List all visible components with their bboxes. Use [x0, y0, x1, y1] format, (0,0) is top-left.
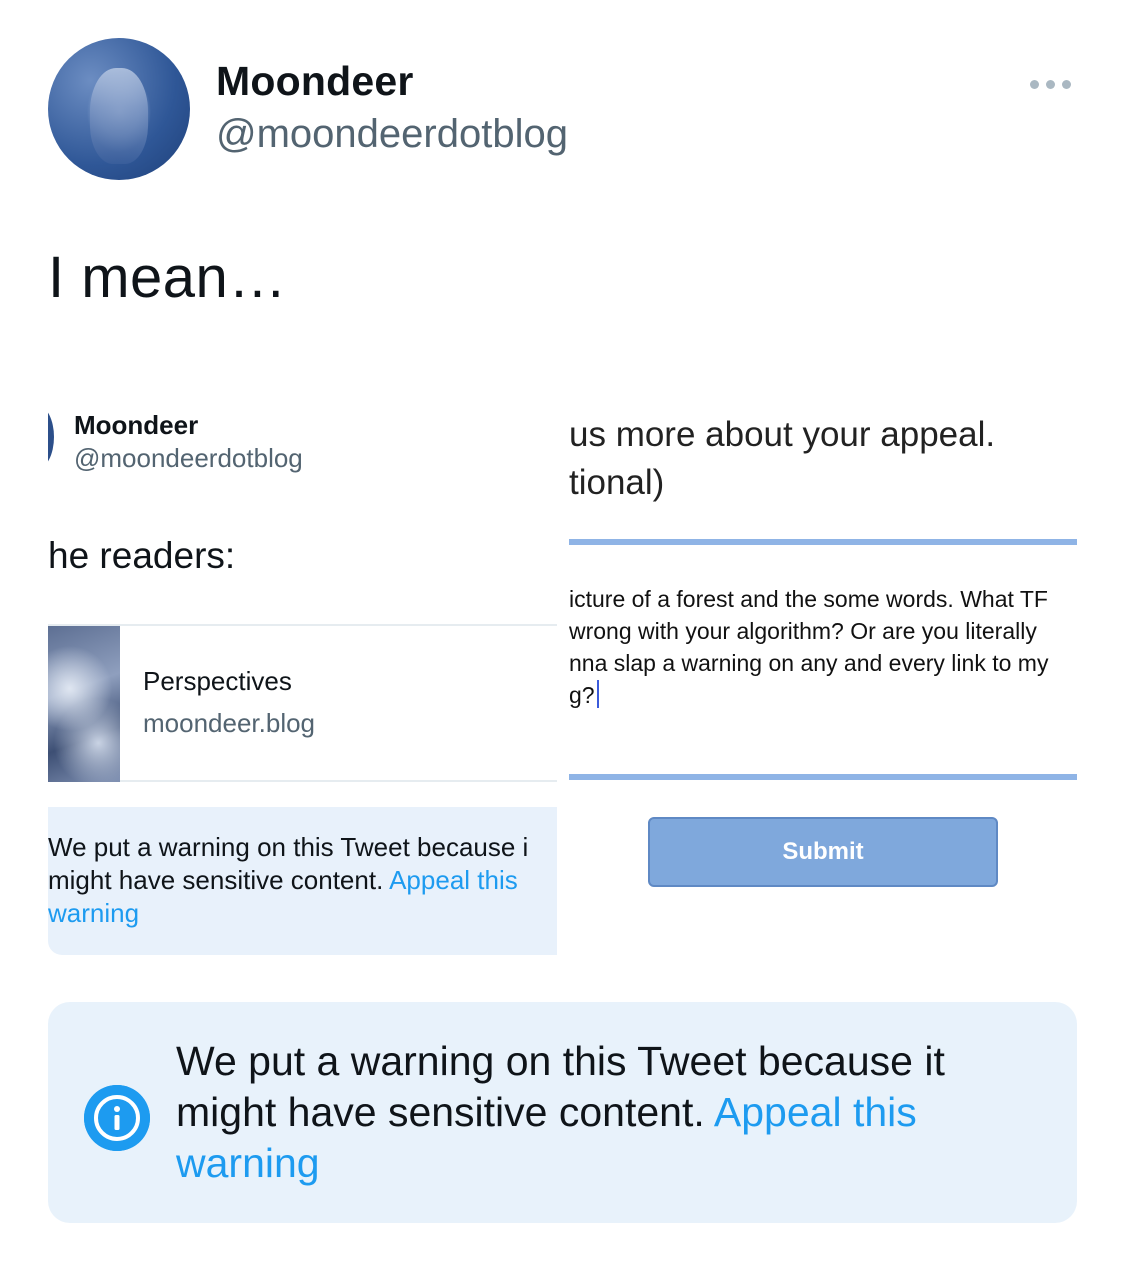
- textarea-line: nna slap a warning on any and every link…: [569, 650, 1049, 676]
- author-handle[interactable]: @moondeerdotblog: [216, 112, 568, 157]
- screenshot-left-panel: Moondeer @moondeerdotblog he readers: Pe…: [48, 395, 557, 955]
- mini-avatar: [48, 405, 54, 469]
- mini-warning: We put a warning on this Tweet because i…: [48, 807, 557, 955]
- card-title: Perspectives: [143, 666, 292, 696]
- mini-link-card: Perspectives moondeer.blog: [48, 624, 557, 782]
- author-avatar[interactable]: [48, 38, 190, 180]
- card-url: moondeer.blog: [143, 708, 316, 738]
- card-thumbnail: [48, 626, 120, 782]
- mini-author-name: Moondeer: [74, 410, 199, 440]
- mini-submit-button: Submit: [648, 817, 998, 887]
- sensitive-content-warning: We put a warning on this Tweet because i…: [48, 1002, 1077, 1223]
- author-display-name[interactable]: Moondeer: [216, 58, 414, 105]
- text-caret: [596, 680, 599, 708]
- info-icon: [84, 1085, 150, 1151]
- textarea-line: icture of a forest and the some words. W…: [569, 586, 1048, 612]
- textarea-line: g?: [569, 682, 595, 708]
- textarea-line: wrong with your algorithm? Or are you li…: [569, 618, 1037, 644]
- appeal-textarea-text: icture of a forest and the some words. W…: [569, 583, 1077, 711]
- appeal-prompt-line1: us more about your appeal.: [569, 415, 996, 454]
- attached-image[interactable]: Moondeer @moondeerdotblog he readers: Pe…: [0, 395, 1125, 965]
- appeal-prompt-line2: tional): [569, 463, 665, 502]
- tweet-text: I mean…: [48, 245, 287, 310]
- appeal-textarea: icture of a forest and the some words. W…: [569, 539, 1077, 780]
- screenshot-right-panel: us more about your appeal. tional) ictur…: [569, 395, 1077, 955]
- warning-message: We put a warning on this Tweet because i…: [176, 1036, 1036, 1189]
- more-options-icon[interactable]: [1025, 74, 1075, 94]
- mini-author-handle: @moondeerdotblog: [74, 443, 303, 473]
- mini-readers-text: he readers:: [48, 535, 236, 576]
